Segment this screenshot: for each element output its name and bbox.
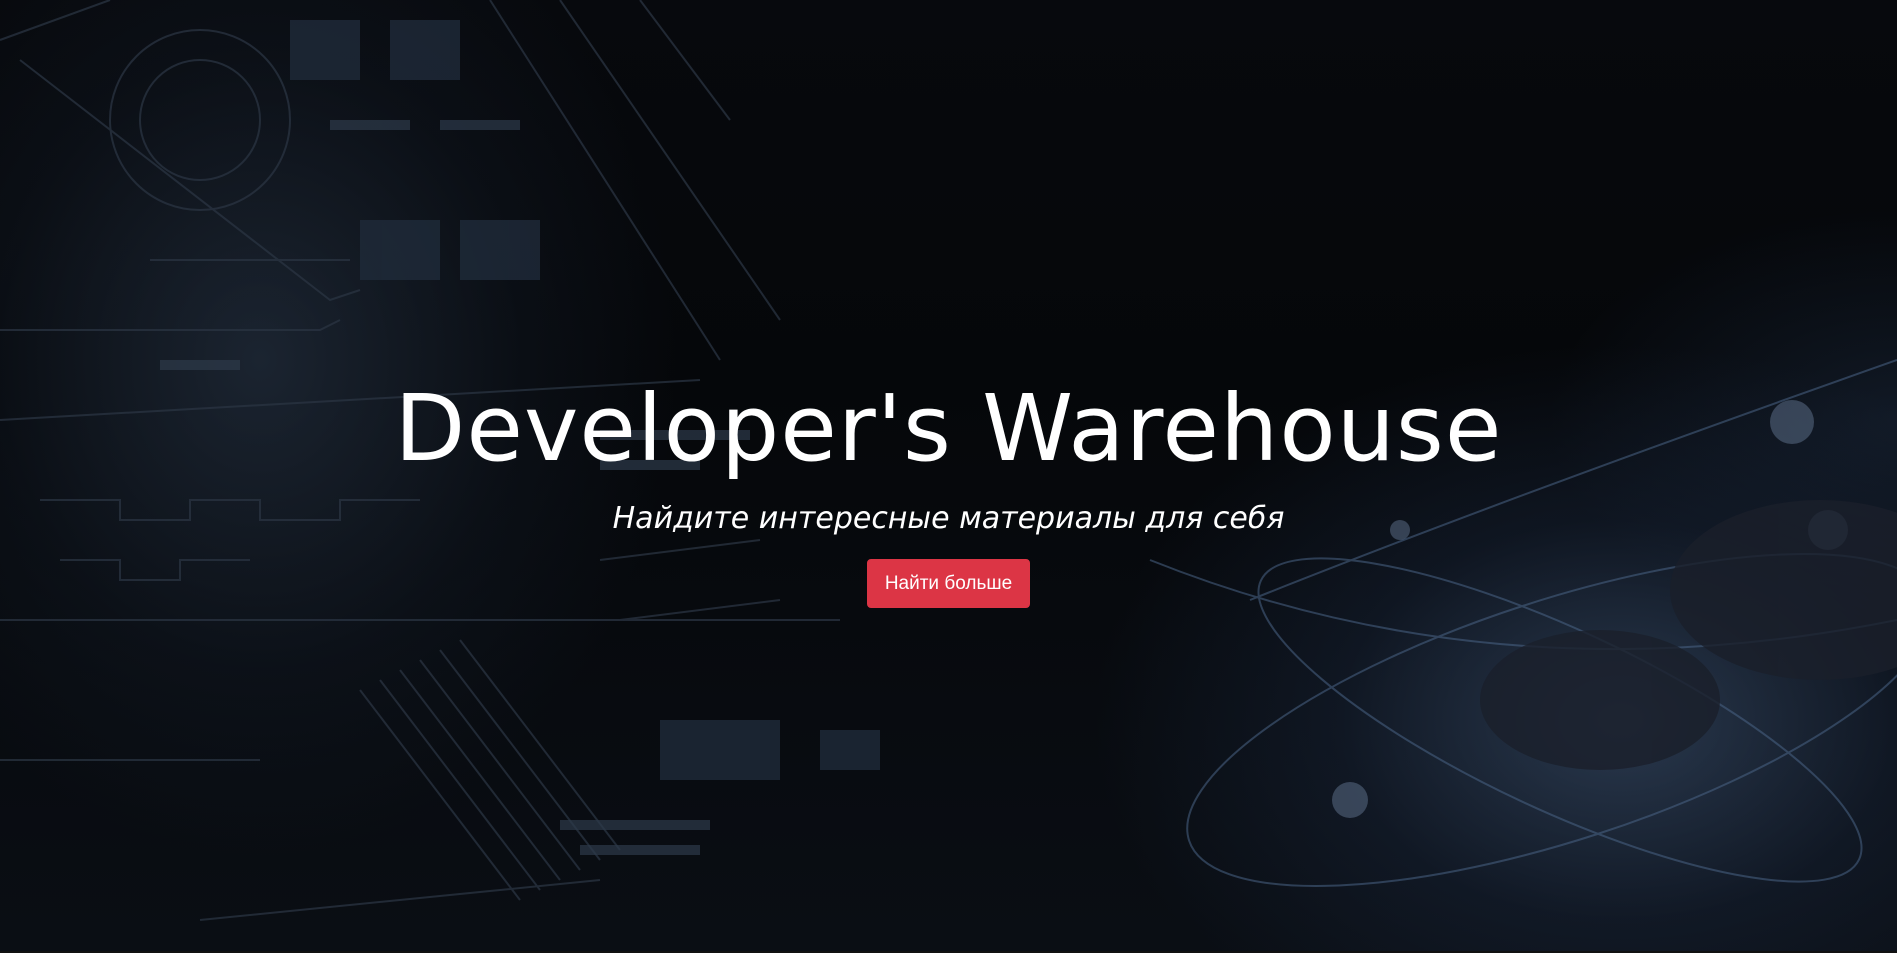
hero-content: Developer's Warehouse Найдите интересные… (0, 365, 1897, 608)
hero-subtitle: Найдите интересные материалы для себя (612, 501, 1285, 536)
hero-title: Developer's Warehouse (394, 375, 1503, 482)
hero-section: Developer's Warehouse Найдите интересные… (0, 0, 1897, 953)
find-more-button[interactable]: Найти больше (866, 559, 1031, 608)
